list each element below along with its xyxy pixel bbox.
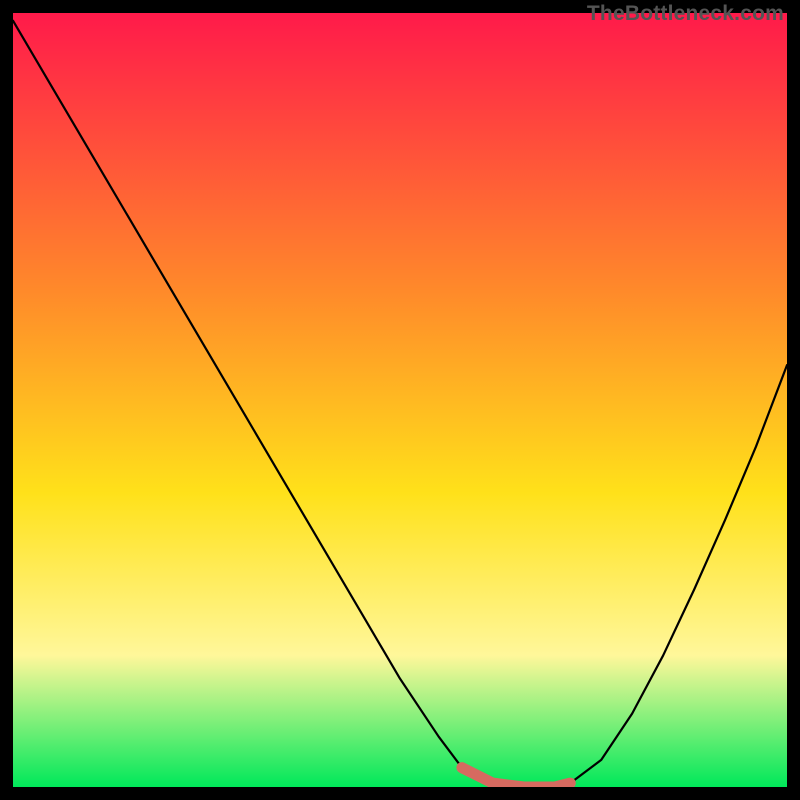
watermark-text: TheBottleneck.com [587, 2, 784, 26]
bottleneck-chart [13, 13, 787, 787]
gradient-background [13, 13, 787, 787]
chart-frame [13, 13, 787, 787]
